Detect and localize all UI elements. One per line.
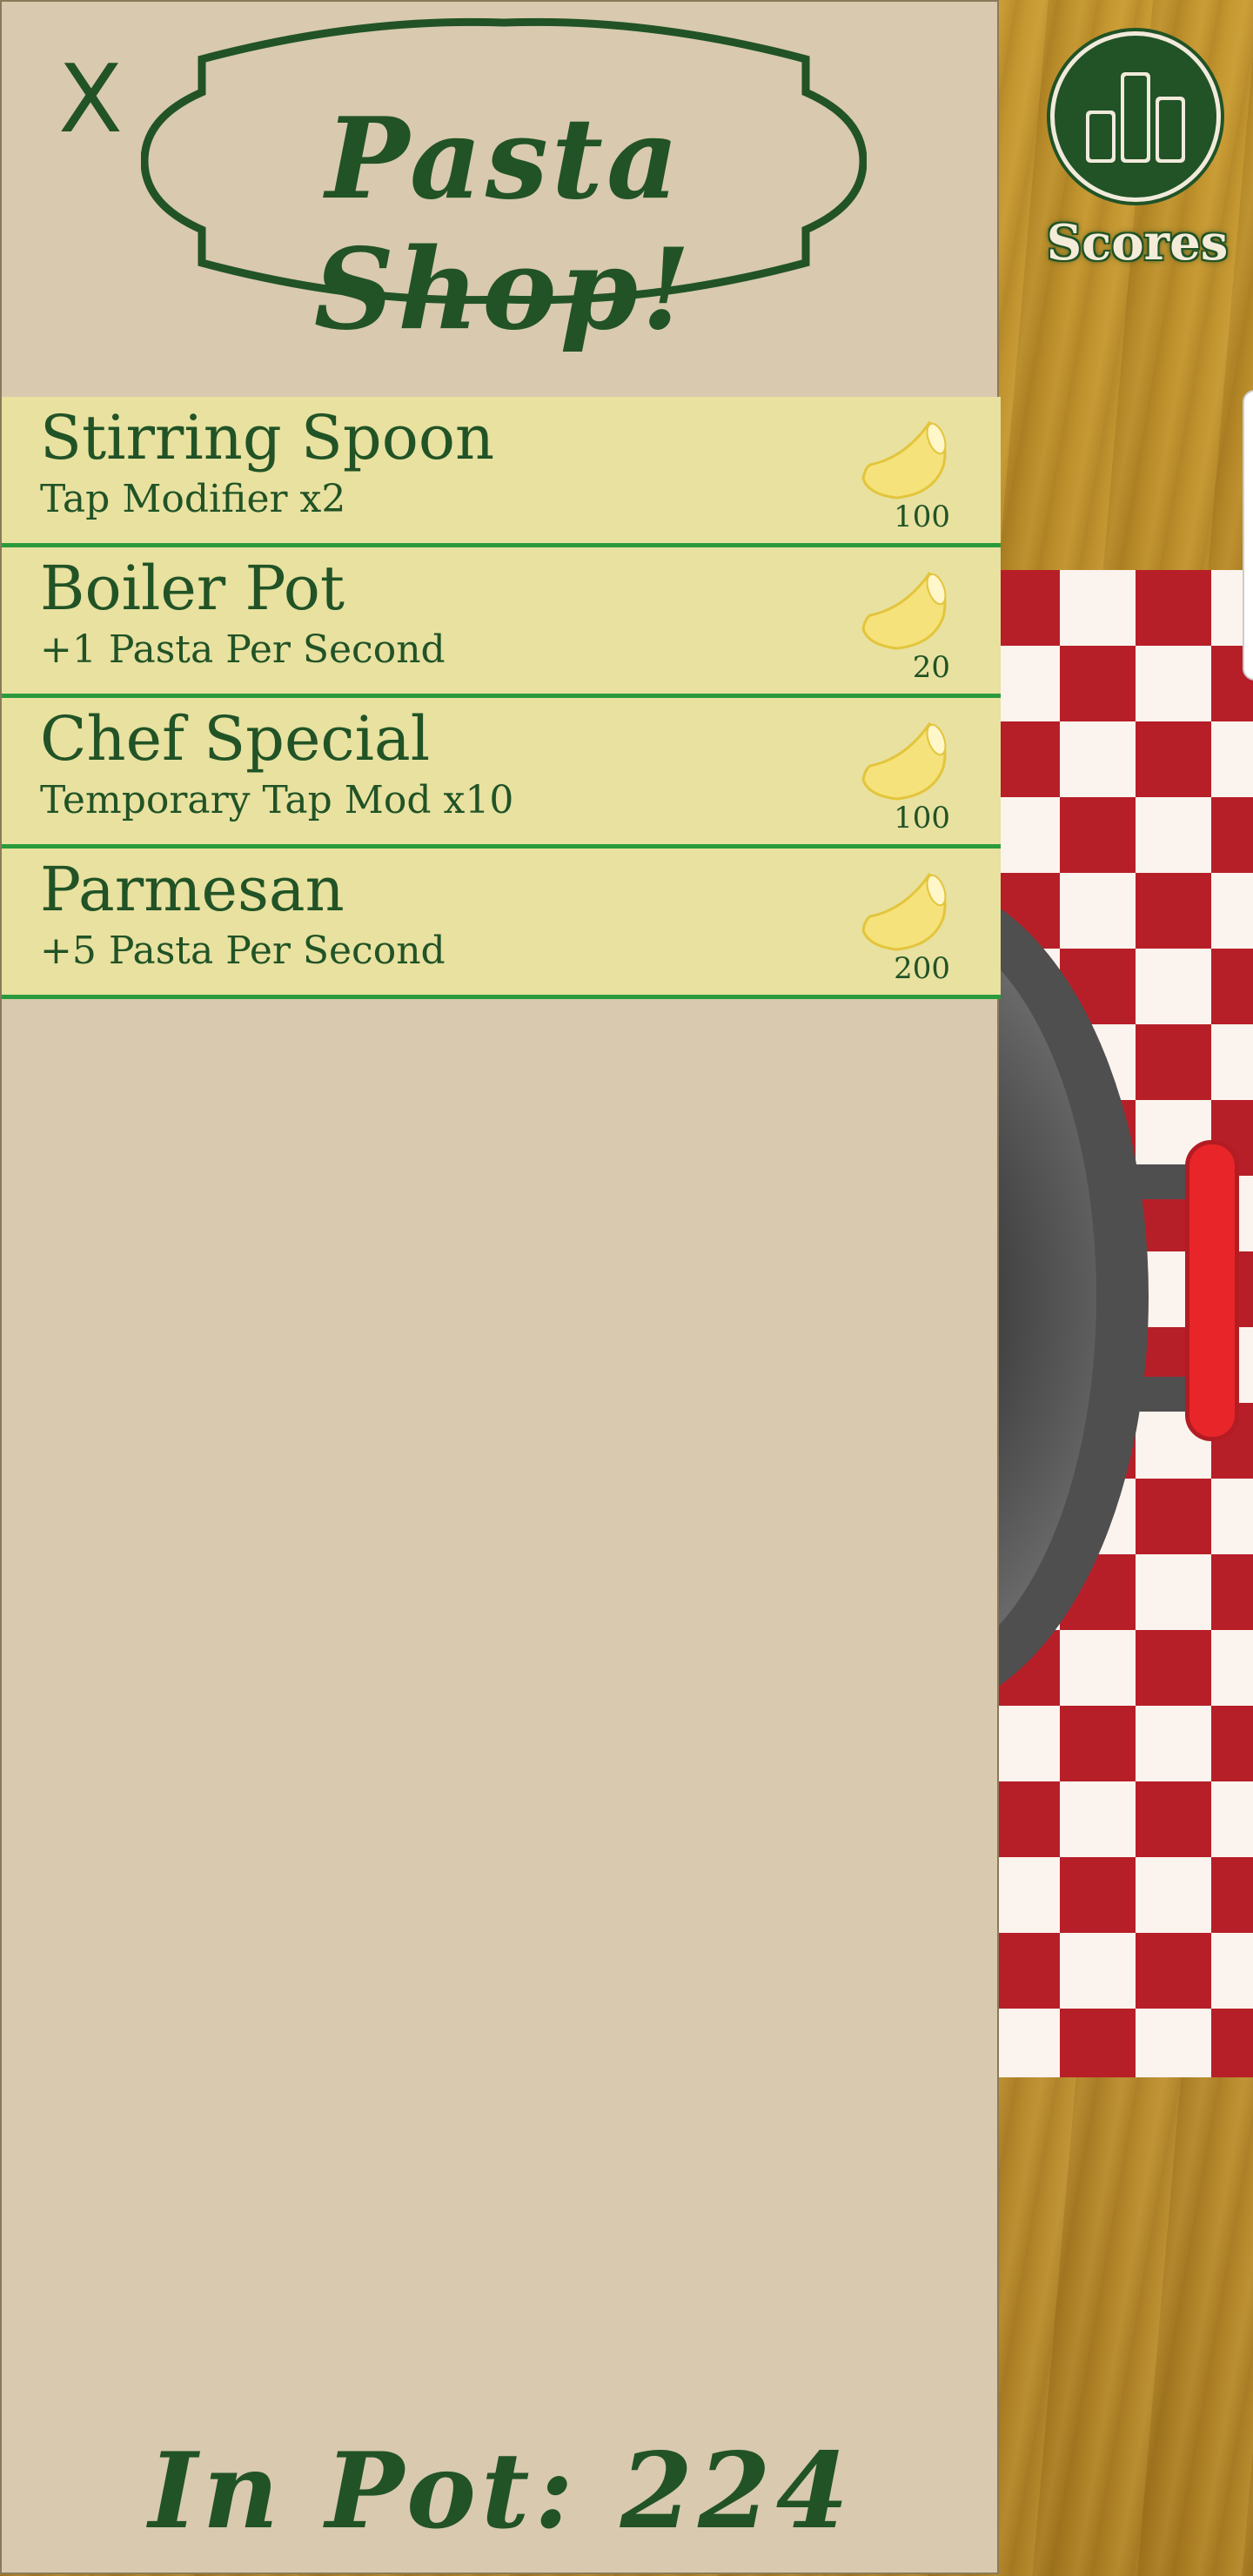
scores-button[interactable]: Scores: [1037, 24, 1237, 285]
page-title: Pasta Shop!: [313, 94, 694, 355]
scores-icon-circle: [1050, 31, 1221, 202]
side-drawer-tab[interactable]: [1243, 390, 1253, 681]
shop-item-chef-special[interactable]: Chef Special Temporary Tap Mod x10 100: [2, 698, 1001, 849]
item-description: Tap Modifier x2: [40, 477, 346, 521]
item-name: Boiler Pot: [40, 553, 345, 624]
item-description: +1 Pasta Per Second: [40, 627, 446, 672]
pot-handle-arm: [1131, 1377, 1192, 1412]
item-name: Stirring Spoon: [40, 402, 495, 473]
shop-item-parmesan[interactable]: Parmesan +5 Pasta Per Second 200: [2, 849, 1001, 999]
pot-handle-arm: [1131, 1164, 1192, 1199]
item-price: 20: [912, 650, 950, 685]
macaroni-icon: [861, 420, 947, 500]
scores-label: Scores: [1046, 214, 1229, 272]
macaroni-icon: [861, 872, 947, 951]
item-price: 100: [894, 801, 950, 835]
pot-handle: [1185, 1140, 1239, 1441]
item-price: 200: [894, 951, 950, 986]
shop-panel: X Pasta Shop! Stirring Spoon Tap Modifie…: [0, 0, 1001, 2574]
macaroni-icon: [861, 571, 947, 650]
shop-item-list: Stirring Spoon Tap Modifier x2 100 Boile…: [2, 397, 1001, 999]
in-pot-counter: In Pot: 224: [148, 2430, 854, 2553]
item-price: 100: [894, 500, 950, 534]
macaroni-icon: [861, 721, 947, 801]
close-button[interactable]: X: [50, 52, 131, 148]
shop-item-boiler-pot[interactable]: Boiler Pot +1 Pasta Per Second 20: [2, 547, 1001, 698]
item-description: Temporary Tap Mod x10: [40, 778, 514, 822]
shop-item-stirring-spoon[interactable]: Stirring Spoon Tap Modifier x2 100: [2, 397, 1001, 547]
bar-chart-icon: [1086, 72, 1185, 163]
item-description: +5 Pasta Per Second: [40, 929, 446, 973]
shop-title-sign: Pasta Shop!: [140, 17, 868, 355]
item-name: Chef Special: [40, 703, 431, 775]
item-name: Parmesan: [40, 854, 345, 925]
